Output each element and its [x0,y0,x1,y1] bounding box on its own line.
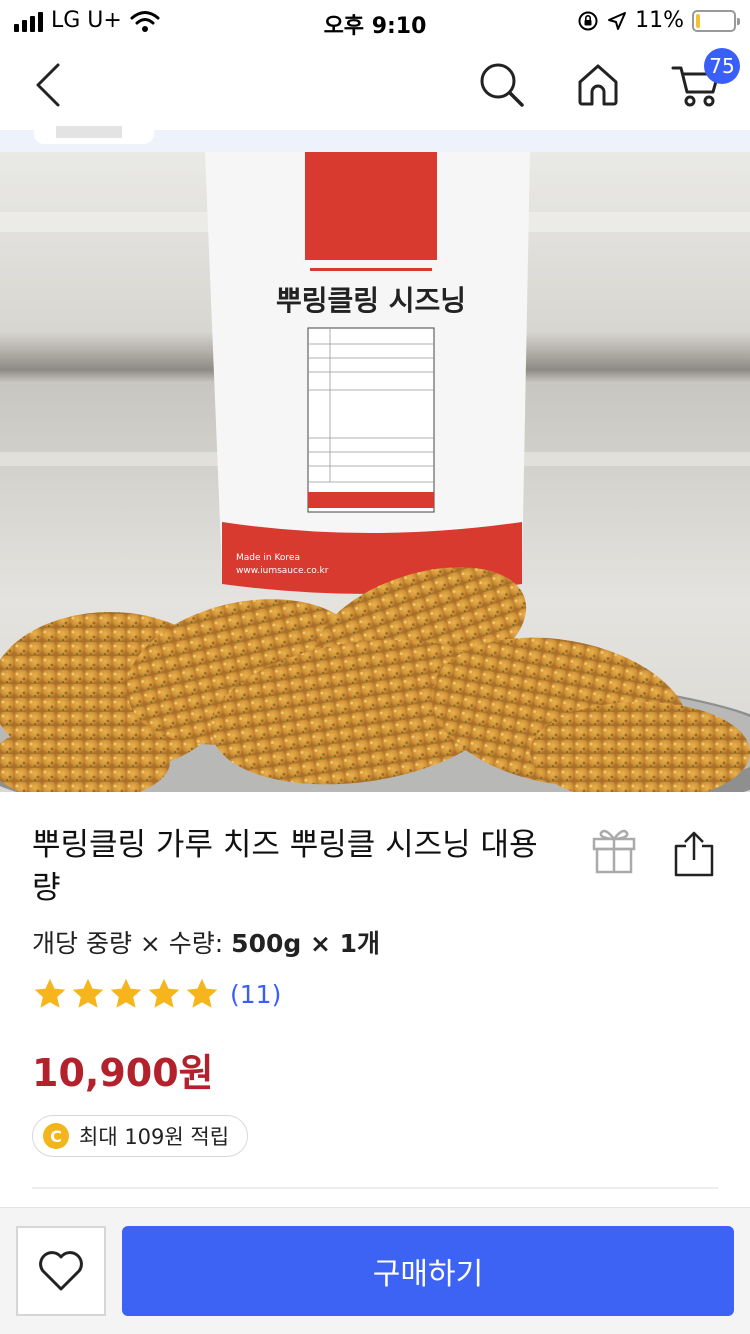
home-button[interactable] [568,40,628,130]
orientation-lock-icon [578,11,598,30]
status-bar: LG U+ 오후 9:10 11% [0,0,750,40]
made-in-label: Made in Korea [236,553,300,563]
wishlist-button[interactable] [16,1226,106,1316]
cart-count-badge: 75 [704,48,740,84]
unit-quantity: 개당 중량 × 수량: 500g × 1개 [32,924,380,960]
review-count[interactable]: (11) [230,980,281,1009]
star-icon [110,978,142,1008]
unit-label: 개당 중량 × 수량: [32,929,232,958]
product-price: 10,900원 [32,1051,214,1095]
battery-percent: 11% [635,8,684,33]
share-button[interactable] [668,826,720,882]
divider [32,1187,718,1189]
star-icon [34,978,66,1008]
buy-button[interactable]: 구매하기 [122,1226,734,1316]
gift-button[interactable] [588,822,640,878]
website-label: www.iumsauce.co.kr [236,566,329,576]
share-icon [674,831,714,877]
rating-row[interactable]: (11) [32,976,281,1012]
product-image[interactable]: 뿌링클링 시즈닝 Made in Korea www.iumsauce.co.k… [0,152,750,792]
star-icon [72,978,104,1008]
product-title: 뿌링클링 가루 치즈 뿌링클 시즈닝 대용량 [32,827,538,906]
points-badge[interactable]: C 최대 109원 적립 [32,1115,249,1157]
package-title: 뿌링클링 시즈닝 [276,284,466,317]
product-photo: 뿌링클링 시즈닝 Made in Korea www.iumsauce.co.k… [0,152,750,792]
search-button[interactable] [472,40,532,130]
gift-icon [592,829,636,874]
star-icon [148,978,180,1008]
bottom-action-bar: 구매하기 [0,1207,750,1334]
star-rating [32,976,220,1012]
battery-icon [692,9,740,32]
points-text: 최대 109원 적립 [79,1125,230,1149]
heart-icon [39,1251,83,1291]
unit-value: 500g × 1개 [231,929,381,958]
nav-bar [0,40,750,130]
star-icon [186,978,218,1008]
back-icon [36,63,60,107]
back-button[interactable] [18,40,78,130]
top-tab-strip [0,126,750,152]
location-arrow-icon [608,11,627,30]
home-icon [578,64,618,106]
coin-icon: C [43,1123,69,1149]
search-icon [480,63,524,107]
